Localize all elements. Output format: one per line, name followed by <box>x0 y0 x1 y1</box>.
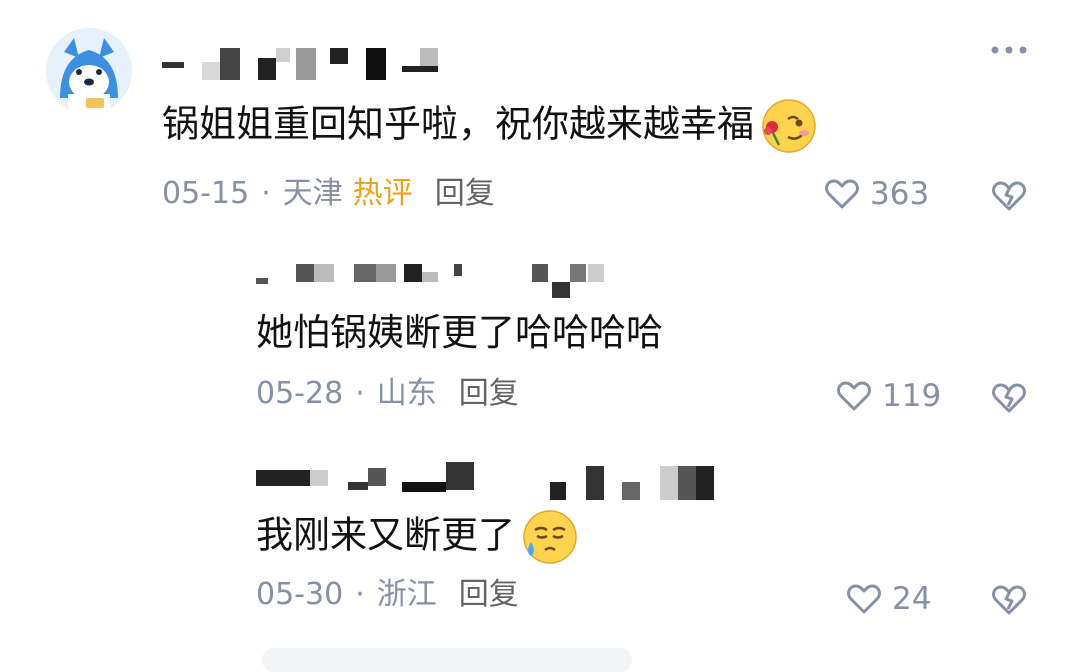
meta-separator: · <box>355 577 365 612</box>
reply-button[interactable]: 回复 <box>459 376 519 411</box>
comment-location: 天津 <box>282 176 343 211</box>
dislike-icon <box>992 585 1026 615</box>
reply-location: 山东 <box>376 376 437 411</box>
husky-avatar-icon <box>46 28 132 114</box>
meta-separator: · <box>261 176 271 211</box>
reply-button[interactable]: 回复 <box>459 577 519 612</box>
like-count: 24 <box>892 581 932 617</box>
like-count: 119 <box>882 378 942 414</box>
comment-meta: 05-15 · 天津 热评 回复 <box>162 176 495 212</box>
meta-separator: · <box>355 376 365 411</box>
comment-text: 锅姐姐重回知乎啦，祝你越来越幸福 <box>162 97 816 155</box>
dislike-icon <box>992 383 1026 413</box>
dislike-button[interactable] <box>989 377 1029 417</box>
reply-username-redacted[interactable] <box>256 462 716 504</box>
heart-icon <box>837 381 871 411</box>
comment-date: 05-15 <box>162 176 250 211</box>
rose-emoji-icon <box>758 97 816 155</box>
bottom-bar <box>262 648 632 672</box>
dislike-button[interactable] <box>989 579 1029 619</box>
like-button[interactable]: 363 <box>822 174 929 214</box>
reply-meta: 05-28 · 山东 回复 <box>256 376 519 412</box>
username-redacted[interactable] <box>162 44 442 84</box>
heart-icon <box>825 179 859 209</box>
reply-username-redacted[interactable] <box>256 260 606 300</box>
dislike-icon <box>992 181 1026 211</box>
hot-comment-badge: 热评 <box>352 176 413 211</box>
reply-date: 05-30 <box>256 577 344 612</box>
reply-meta: 05-30 · 浙江 回复 <box>256 577 519 613</box>
heart-icon <box>847 584 881 614</box>
avatar[interactable] <box>46 28 132 114</box>
dislike-button[interactable] <box>989 175 1029 215</box>
more-icon[interactable] <box>985 38 1033 62</box>
reply-date: 05-28 <box>256 376 344 411</box>
like-button[interactable]: 119 <box>834 376 941 416</box>
crying-emoji-icon <box>519 508 577 566</box>
like-count: 363 <box>870 176 930 212</box>
reply-location: 浙江 <box>376 577 437 612</box>
like-button[interactable]: 24 <box>844 579 931 619</box>
reply-button[interactable]: 回复 <box>435 176 495 211</box>
reply-text: 她怕锅姨断更了哈哈哈哈 <box>256 311 663 354</box>
reply-text: 我刚来又断更了 <box>256 508 577 566</box>
